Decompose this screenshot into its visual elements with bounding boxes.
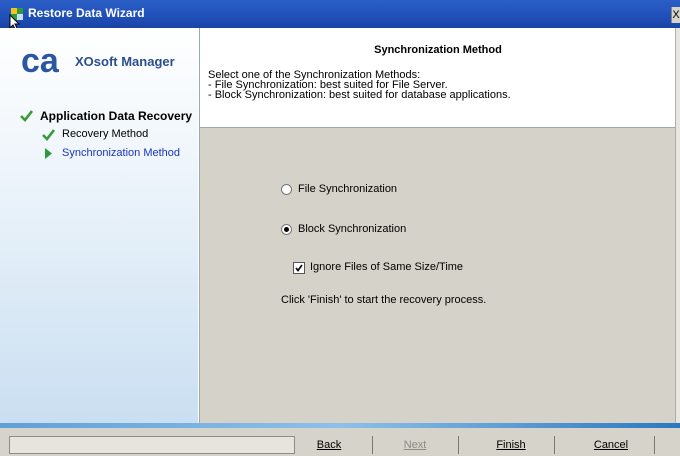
window-title: Restore Data Wizard (28, 6, 145, 20)
brand-name: XOsoft Manager (75, 54, 175, 69)
cancel-button[interactable]: Cancel (568, 436, 655, 454)
wizard-footer: Back Next Finish Cancel (0, 428, 680, 456)
wizard-sidebar: ca XOsoft Manager Application Data Recov… (0, 28, 198, 428)
finish-button[interactable]: Finish (468, 436, 555, 454)
file-sync-label[interactable]: File Synchronization (298, 183, 397, 195)
ignore-same-label[interactable]: Ignore Files of Same Size/Time (310, 261, 463, 273)
status-field (9, 436, 295, 454)
step-label: Application Data Recovery (40, 109, 193, 123)
description-line: - Block Synchronization: best suited for… (208, 89, 511, 101)
finish-hint: Click 'Finish' to start the recovery pro… (281, 294, 486, 306)
check-icon (20, 110, 33, 122)
file-sync-radio[interactable] (281, 184, 292, 195)
next-button[interactable]: Next (372, 436, 459, 454)
finish-hint-text: Click 'Finish' to start the recovery pro… (281, 294, 487, 306)
vertical-scrollbar[interactable] (675, 28, 680, 428)
check-icon (42, 129, 55, 141)
step-label: Recovery Method (62, 128, 149, 140)
page-header: Synchronization Method Select one of the… (199, 28, 680, 128)
page-title: Synchronization Method (374, 44, 502, 56)
ca-logo-icon: ca (21, 42, 60, 78)
svg-text:ca: ca (21, 42, 60, 78)
page-description: Select one of the Synchronization Method… (208, 70, 511, 101)
options-panel: File Synchronization Block Synchronizati… (199, 128, 675, 423)
block-sync-radio[interactable] (281, 224, 292, 235)
ignore-same-checkbox[interactable] (293, 262, 305, 274)
checkmark-icon (295, 264, 303, 272)
back-button[interactable]: Back (286, 436, 373, 454)
close-button[interactable]: X (671, 7, 680, 23)
block-sync-label[interactable]: Block Synchronization (298, 223, 406, 235)
title-bar[interactable]: Restore Data Wizard X (0, 0, 680, 28)
step-label: Synchronization Method (62, 147, 181, 159)
arrow-right-icon (45, 148, 52, 159)
